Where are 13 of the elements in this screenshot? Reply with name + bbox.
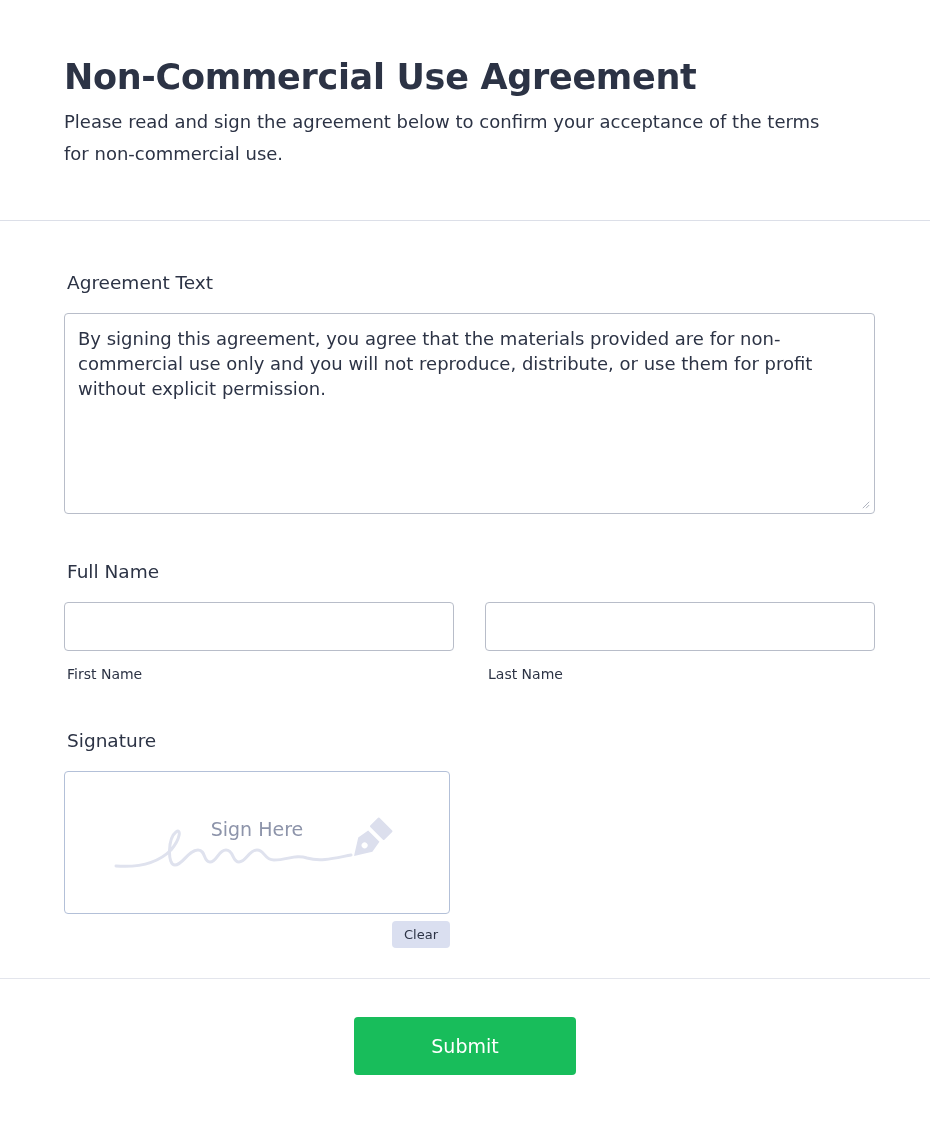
textarea-field[interactable]: By signing this agreement, you agree that the materials provided are for non-commercial use only and you will not reproduce, distribute, or use them for profit without explicit permission. xyxy=(64,313,875,514)
field-label: Full Name xyxy=(67,560,161,584)
field-sublabel: First Name xyxy=(67,665,144,683)
field-label: Signature xyxy=(67,729,158,753)
page-title: Non-Commercial Use Agreement xyxy=(64,56,698,99)
first-name-input[interactable] xyxy=(64,602,454,651)
sign-here-placeholder: Sign Here xyxy=(210,817,304,841)
clear-button[interactable]: Clear xyxy=(392,921,450,948)
page-subtitle: Please read and sign the agreement below to confirm your acceptance of the terms for non-commercial use. xyxy=(64,110,821,166)
last-name-input[interactable] xyxy=(485,602,875,651)
field-label: Agreement Text xyxy=(67,271,215,295)
resize-handle-icon[interactable] xyxy=(862,501,870,509)
field-sublabel: Last Name xyxy=(488,665,564,683)
